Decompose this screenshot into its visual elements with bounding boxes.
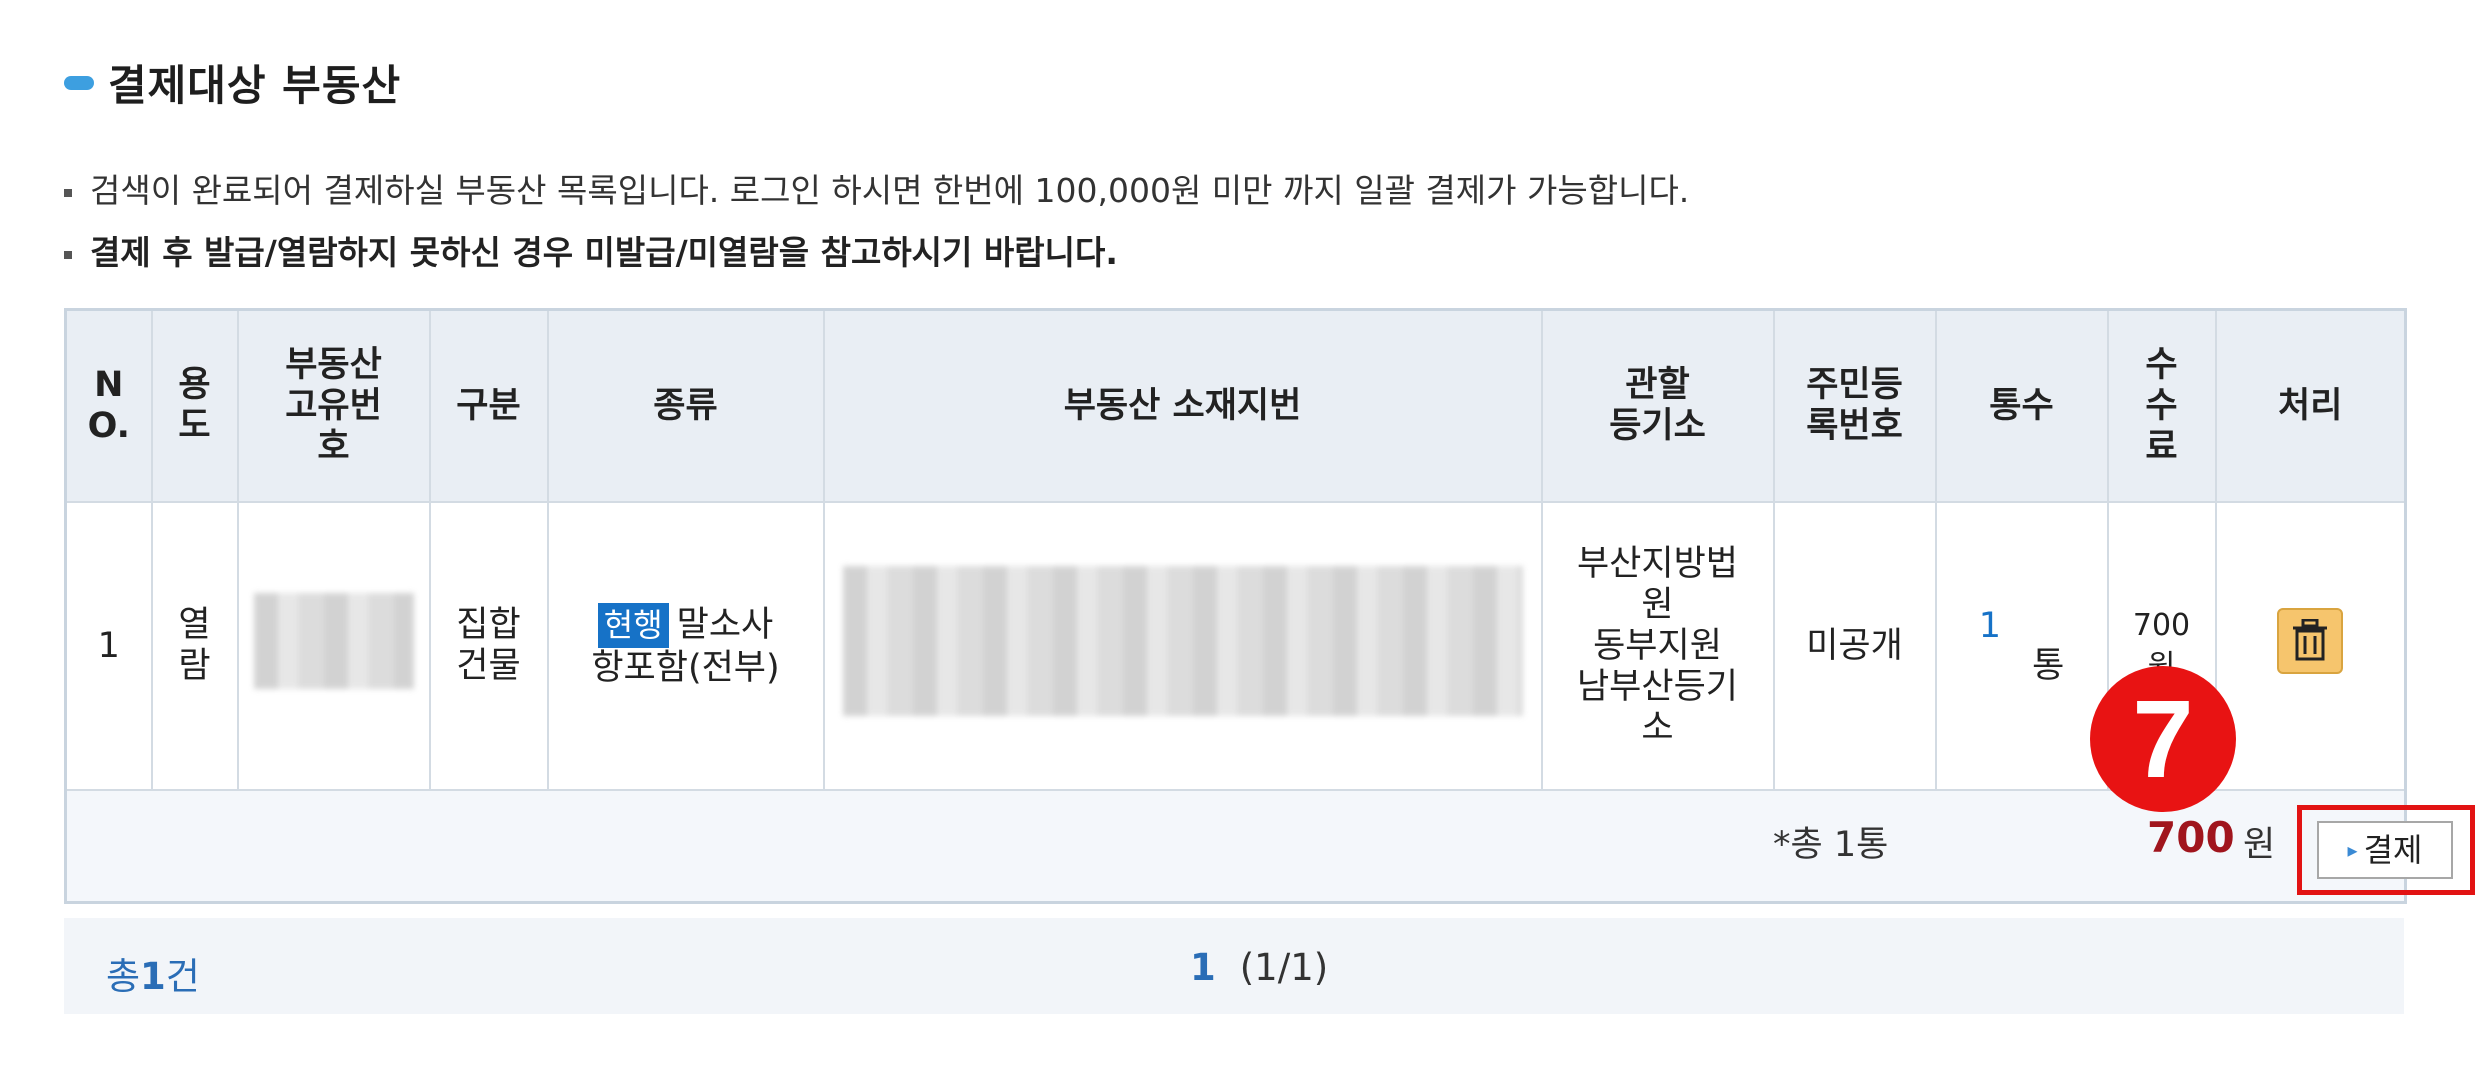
cell-usage: 열 람 <box>150 501 239 791</box>
cell-copies: 1 통 <box>1934 501 2109 791</box>
cell-category: 집합 건물 <box>428 501 549 791</box>
bullet-icon <box>64 250 72 259</box>
redacted-unique-no <box>253 593 414 689</box>
cell-action <box>2214 501 2407 791</box>
total-amount: 700 <box>2147 813 2235 862</box>
cell-registry: 부산지방법 원 동부지원 남부산등기 소 <box>1540 501 1775 791</box>
col-header-no: N O. <box>64 308 153 503</box>
arrow-right-icon: ▸ <box>2347 837 2358 862</box>
redacted-address <box>842 566 1523 716</box>
col-header-fee: 수 수 료 <box>2106 308 2217 503</box>
cell-address <box>822 501 1543 791</box>
col-header-type: 종류 <box>546 308 825 503</box>
cell-resident-no: 미공개 <box>1772 501 1937 791</box>
total-count: *총 1통 <box>1773 825 1889 865</box>
pagination-bar: 총1건 1 (1/1) <box>64 918 2404 1014</box>
col-header-resident-no: 주민등 록번호 <box>1772 308 1937 503</box>
title-bullet-icon <box>64 75 94 90</box>
trash-icon[interactable] <box>2277 608 2344 674</box>
col-header-unique-no: 부동산 고유번 호 <box>236 308 431 503</box>
col-header-copies: 통수 <box>1934 308 2109 503</box>
summary-row: *총 1통 700 원 ▸ 결제 <box>65 789 2475 904</box>
copies-unit: 통 <box>2032 645 2065 686</box>
notice-line-1: 검색이 완료되어 결제하실 부동산 목록입니다. 로그인 하시면 한번에 100… <box>64 164 1689 212</box>
cell-no: 1 <box>64 501 153 791</box>
section-header: 결제대상 부동산 <box>64 52 401 113</box>
col-header-usage: 용 도 <box>150 308 239 503</box>
trash-glyph <box>2293 619 2328 661</box>
col-header-address: 부동산 소재지번 <box>822 308 1543 503</box>
col-header-category: 구분 <box>428 308 549 503</box>
current-badge: 현행 <box>597 603 669 648</box>
copies-value: 1 <box>1978 605 2001 646</box>
col-header-action: 처리 <box>2214 308 2407 503</box>
pay-button[interactable]: ▸ 결제 <box>2317 821 2453 879</box>
page-info: (1/1) <box>1239 946 1329 989</box>
notice-line-2: 결제 후 발급/열람하지 못하신 경우 미발급/미열람을 참고하시기 바랍니다. <box>64 226 1118 274</box>
total-items: 총1건 <box>106 955 200 998</box>
table-header-row: N O. 용 도 부동산 고유번 호 구분 종류 부동산 소재지번 관할 등기소… <box>64 308 2407 503</box>
page-indicator: 1 (1/1) <box>1190 946 1328 989</box>
section-title: 결제대상 부동산 <box>108 61 402 110</box>
payment-target-table: N O. 용 도 부동산 고유번 호 구분 종류 부동산 소재지번 관할 등기소… <box>64 308 2475 904</box>
total-unit: 원 <box>2243 825 2276 865</box>
cell-unique-no <box>236 501 431 791</box>
bullet-icon <box>64 188 72 197</box>
page-link-1[interactable]: 1 <box>1190 946 1216 989</box>
col-header-registry: 관할 등기소 <box>1540 308 1775 503</box>
table-row: 1 열 람 집합 건물 현행 말소사 항포함(전부) 부산지방법 원 동부지원 남… <box>64 501 2407 791</box>
step-marker: 7 <box>2090 666 2236 812</box>
cell-type: 현행 말소사 항포함(전부) <box>546 501 825 791</box>
